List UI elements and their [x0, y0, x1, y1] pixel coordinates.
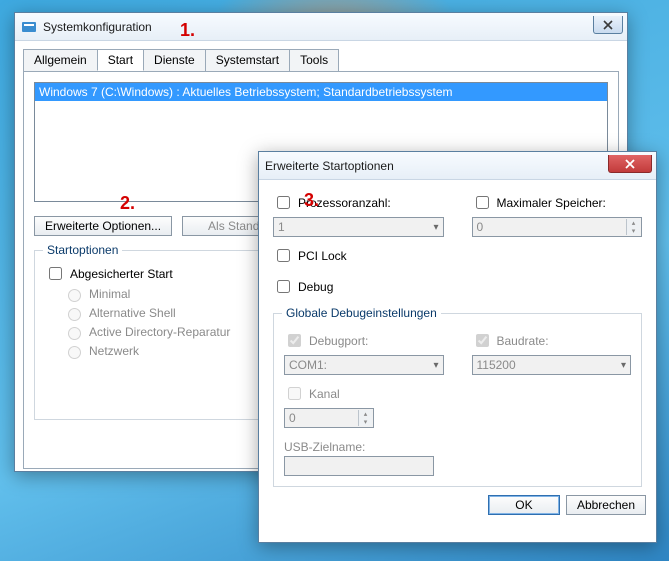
- debugport-checkbox: Debugport:: [284, 331, 444, 350]
- cancel-button[interactable]: Abbrechen: [566, 495, 646, 515]
- boot-options-legend: Startoptionen: [43, 243, 122, 257]
- usb-target-input: [284, 456, 434, 476]
- tab-dienste[interactable]: Dienste: [143, 49, 206, 71]
- max-memory-checkbox[interactable]: Maximaler Speicher:: [472, 193, 643, 212]
- boot-entry-selected[interactable]: Windows 7 (C:\Windows) : Aktuelles Betri…: [35, 83, 607, 101]
- dialog-title: Erweiterte Startoptionen: [265, 159, 394, 173]
- baudrate-combo: 115200▾: [472, 355, 632, 375]
- dialog-footer: OK Abbrechen: [259, 487, 656, 523]
- tab-start[interactable]: Start: [97, 49, 144, 71]
- spin-buttons: ▴▾: [358, 410, 372, 426]
- dialog-body: Prozessoranzahl: 1▾ Maximaler Speicher: …: [273, 190, 642, 487]
- cpu-count-combo: 1▾: [273, 217, 444, 237]
- usb-target-label: USB-Zielname:: [284, 440, 444, 454]
- cpu-count-checkbox[interactable]: Prozessoranzahl:: [273, 193, 444, 212]
- tab-systemstart[interactable]: Systemstart: [205, 49, 290, 71]
- app-icon: [21, 19, 37, 35]
- advanced-boot-dialog: Erweiterte Startoptionen Prozessoranzahl…: [258, 151, 657, 543]
- chevron-down-icon: ▾: [621, 360, 626, 371]
- debug-checkbox[interactable]: Debug: [273, 277, 642, 296]
- max-memory-spin: 0 ▴▾: [472, 217, 643, 237]
- baudrate-checkbox: Baudrate:: [472, 331, 632, 350]
- ok-button[interactable]: OK: [488, 495, 560, 515]
- tab-allgemein[interactable]: Allgemein: [23, 49, 98, 71]
- global-debug-group: Globale Debugeinstellungen Debugport: CO…: [273, 313, 642, 487]
- close-button[interactable]: [608, 155, 652, 173]
- debugport-combo: COM1:▾: [284, 355, 444, 375]
- channel-checkbox: Kanal: [284, 384, 444, 403]
- chevron-down-icon: ▾: [433, 222, 438, 233]
- pcilock-checkbox[interactable]: PCI Lock: [273, 246, 642, 265]
- channel-spin: 0 ▴▾: [284, 408, 374, 428]
- tab-strip: Allgemein Start Dienste Systemstart Tool…: [23, 49, 619, 71]
- chevron-down-icon: ▾: [433, 360, 438, 371]
- spin-buttons: ▴▾: [626, 219, 640, 235]
- close-button[interactable]: [593, 16, 623, 34]
- global-debug-legend: Globale Debugeinstellungen: [282, 306, 441, 320]
- advanced-options-button[interactable]: Erweiterte Optionen...: [34, 216, 172, 236]
- titlebar[interactable]: Erweiterte Startoptionen: [259, 152, 656, 180]
- window-title: Systemkonfiguration: [43, 20, 152, 34]
- tab-tools[interactable]: Tools: [289, 49, 339, 71]
- titlebar[interactable]: Systemkonfiguration: [15, 13, 627, 41]
